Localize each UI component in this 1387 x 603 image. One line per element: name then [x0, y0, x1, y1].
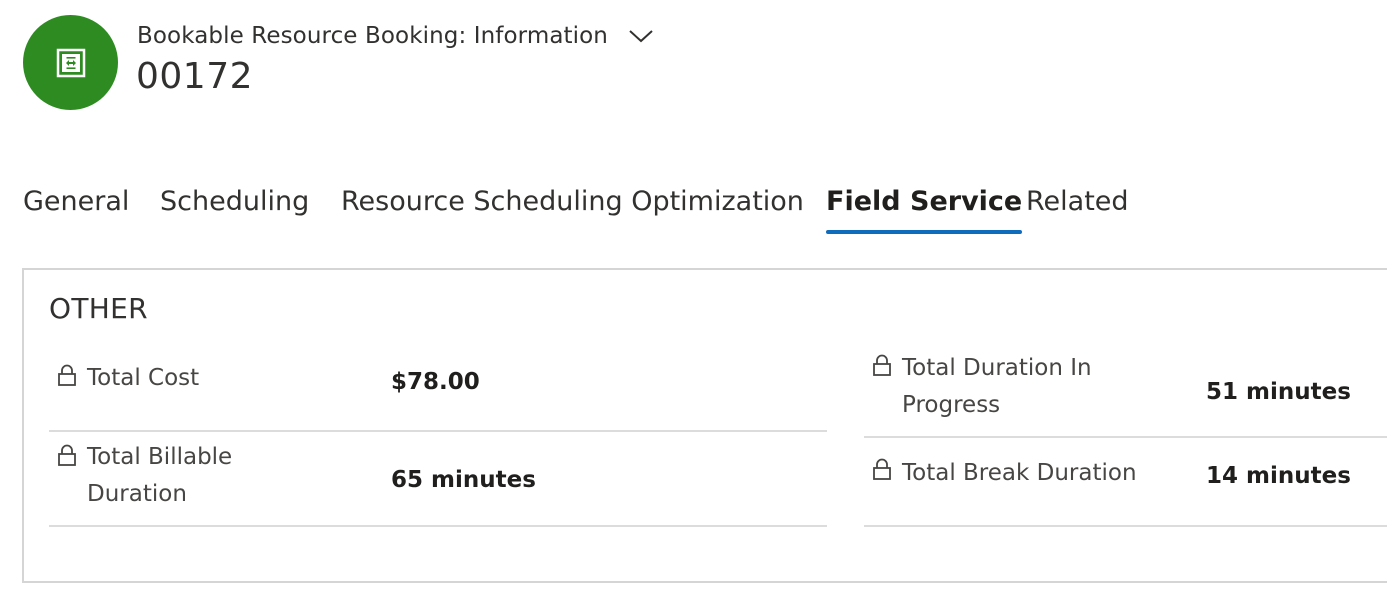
- field-total-duration-in-progress: Total Duration In Progress 51 minutes: [864, 352, 1387, 438]
- field-value[interactable]: 51 minutes: [1206, 379, 1351, 405]
- record-title: 00172: [136, 56, 254, 97]
- section-title: OTHER: [49, 292, 148, 325]
- tab-scheduling[interactable]: Scheduling: [160, 176, 309, 230]
- field-label: Total Duration In Progress: [902, 355, 1092, 418]
- field-label: Total Cost: [87, 365, 200, 391]
- form-name: Bookable Resource Booking: Information: [137, 23, 608, 49]
- lock-icon: [58, 364, 76, 386]
- tab-resource-scheduling-optimization[interactable]: Resource Scheduling Optimization: [341, 176, 804, 230]
- tab-related[interactable]: Related: [1026, 176, 1129, 230]
- lock-icon: [873, 354, 891, 376]
- field-total-break-duration: Total Break Duration 14 minutes: [864, 438, 1387, 527]
- chevron-down-icon[interactable]: [628, 23, 654, 49]
- form-selector[interactable]: Bookable Resource Booking: Information: [137, 20, 654, 52]
- field-value[interactable]: 65 minutes: [391, 467, 536, 493]
- field-label: Total Break Duration: [902, 460, 1137, 486]
- tab-field-service[interactable]: Field Service: [826, 176, 1023, 234]
- field-value[interactable]: $78.00: [391, 369, 480, 395]
- tab-general[interactable]: General: [23, 176, 129, 230]
- field-total-billable-duration: Total Billable Duration 65 minutes: [49, 432, 827, 527]
- form-header: Bookable Resource Booking: Information 0…: [0, 0, 1387, 130]
- field-value[interactable]: 14 minutes: [1206, 463, 1351, 489]
- tab-list: General Scheduling Resource Scheduling O…: [0, 176, 1387, 236]
- bookable-resource-booking-icon: [56, 48, 85, 77]
- entity-avatar: [23, 15, 118, 110]
- lock-icon: [873, 458, 891, 480]
- field-total-cost: Total Cost $78.00: [49, 352, 827, 432]
- field-label: Total Billable Duration: [87, 444, 233, 507]
- lock-icon: [58, 444, 76, 466]
- section-other: OTHER Total Cost $78.00 Total Billable D…: [22, 268, 1387, 583]
